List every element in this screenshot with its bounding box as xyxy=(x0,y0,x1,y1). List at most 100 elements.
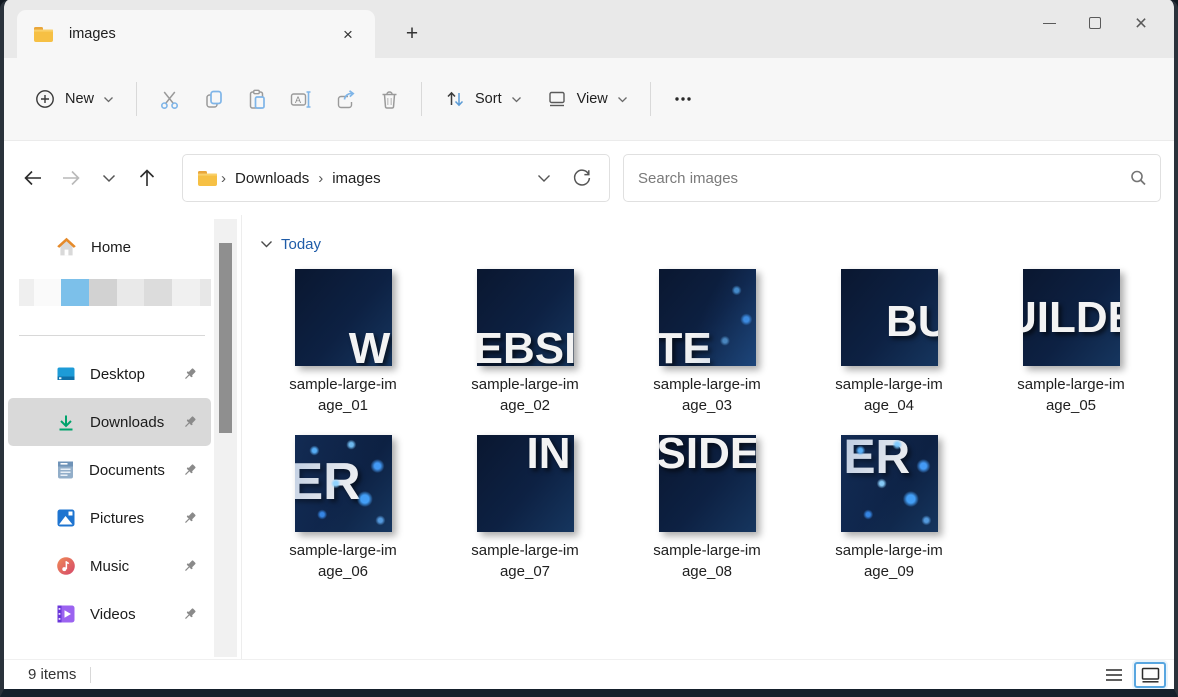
view-icon xyxy=(546,88,568,110)
close-button[interactable]: × xyxy=(1118,3,1164,43)
window-controls: × xyxy=(1026,0,1164,46)
view-button[interactable]: View xyxy=(534,79,640,119)
file-name: sample-large-image_02 xyxy=(445,374,605,416)
more-options-button[interactable] xyxy=(661,79,705,119)
main-area: Home Desktop xyxy=(4,215,1174,659)
file-explorer-window: images × + × New xyxy=(0,0,1178,697)
music-icon xyxy=(56,556,76,576)
thumbnail-text: UILDE xyxy=(1023,296,1120,340)
file-tile[interactable]: EBSI sample-large-image_02 xyxy=(434,269,616,416)
breadcrumb-separator: › xyxy=(315,170,326,187)
file-tile[interactable]: IN sample-large-image_07 xyxy=(434,435,616,582)
sidebar-item-label: Pictures xyxy=(90,510,183,527)
delete-button[interactable] xyxy=(367,79,411,119)
new-button[interactable]: New xyxy=(22,79,126,119)
thumbnail-text: WI xyxy=(349,327,392,366)
toolbar-divider xyxy=(421,82,422,116)
maximize-button[interactable] xyxy=(1072,3,1118,43)
file-thumbnail: WI xyxy=(295,269,392,366)
file-tile[interactable]: SIDE sample-large-image_08 xyxy=(616,435,798,582)
thumbnail-text: ER xyxy=(295,456,361,508)
details-view-button[interactable] xyxy=(1098,662,1130,688)
file-thumbnail: TE xyxy=(659,269,756,366)
back-button[interactable] xyxy=(14,160,52,196)
address-bar[interactable]: › Downloads › images xyxy=(182,154,610,202)
maximize-icon xyxy=(1089,17,1101,29)
minimize-icon xyxy=(1043,23,1056,24)
thumbnail-view-button[interactable] xyxy=(1134,662,1166,688)
tab-close-button[interactable]: × xyxy=(335,21,361,47)
search-icon[interactable] xyxy=(1128,168,1148,188)
sort-icon xyxy=(444,88,466,110)
sidebar-item-home[interactable]: Home xyxy=(8,223,211,271)
sidebar-item-desktop[interactable]: Desktop xyxy=(8,350,211,398)
file-tile[interactable]: ER sample-large-image_09 xyxy=(798,435,980,582)
up-button[interactable] xyxy=(128,160,166,196)
close-icon: × xyxy=(1135,13,1147,34)
forward-button[interactable] xyxy=(52,160,90,196)
tab-images[interactable]: images × xyxy=(17,10,375,58)
navigation-bar: › Downloads › images xyxy=(4,141,1174,215)
search-box xyxy=(623,154,1161,202)
share-button[interactable] xyxy=(323,79,367,119)
pin-icon xyxy=(183,463,197,477)
tab-title: images xyxy=(69,26,335,42)
pin-icon xyxy=(183,607,197,621)
breadcrumb-images[interactable]: images xyxy=(326,166,386,191)
sidebar-item-pictures[interactable]: Pictures xyxy=(8,494,211,542)
file-thumbnail: SIDE xyxy=(659,435,756,532)
file-thumbnail: UILDE xyxy=(1023,269,1120,366)
thumbnail-text: BU xyxy=(886,300,938,344)
group-header-today[interactable]: Today xyxy=(260,233,370,255)
thumbnail-text: EBSI xyxy=(477,327,574,366)
new-tab-button[interactable]: + xyxy=(395,17,429,51)
pictures-icon xyxy=(56,508,76,528)
recent-locations-button[interactable] xyxy=(90,160,128,196)
sidebar-scrollbar[interactable] xyxy=(214,219,237,657)
address-dropdown-button[interactable] xyxy=(525,160,563,196)
minimize-button[interactable] xyxy=(1026,3,1072,43)
sidebar-item-label: Music xyxy=(90,558,183,575)
refresh-button[interactable] xyxy=(563,160,601,196)
file-tile[interactable]: ER sample-large-image_06 xyxy=(252,435,434,582)
sidebar-item-documents[interactable]: Documents xyxy=(8,446,211,494)
copy-button[interactable] xyxy=(191,79,235,119)
file-tile[interactable]: UILDE sample-large-image_05 xyxy=(980,269,1162,416)
sort-button-label: Sort xyxy=(475,91,502,107)
sidebar-item-label: Documents xyxy=(89,462,183,479)
share-icon xyxy=(334,88,357,111)
search-input[interactable] xyxy=(638,170,1128,187)
sidebar-item-downloads[interactable]: Downloads xyxy=(8,398,211,446)
scrollbar-thumb[interactable] xyxy=(219,243,232,433)
sidebar-item-label: Home xyxy=(91,239,197,256)
rename-button[interactable]: A xyxy=(279,79,323,119)
pin-icon xyxy=(183,559,197,573)
sort-button[interactable]: Sort xyxy=(432,79,534,119)
file-name: sample-large-image_07 xyxy=(445,540,605,582)
file-name: sample-large-image_01 xyxy=(263,374,423,416)
cut-button[interactable] xyxy=(147,79,191,119)
breadcrumb-downloads[interactable]: Downloads xyxy=(229,166,315,191)
sidebar-item-videos[interactable]: Videos xyxy=(8,590,211,638)
item-count: 9 items xyxy=(28,666,76,683)
sidebar-item-label: Videos xyxy=(90,606,183,623)
file-tile[interactable]: BU sample-large-image_04 xyxy=(798,269,980,416)
refresh-icon xyxy=(571,167,593,189)
chevron-down-icon xyxy=(537,174,551,183)
thumbnail-text: ER xyxy=(844,435,911,482)
thumbnail-text: SIDE xyxy=(659,435,756,476)
ellipsis-icon xyxy=(672,88,694,110)
paste-icon xyxy=(246,88,269,111)
sidebar-item-music[interactable]: Music xyxy=(8,542,211,590)
sidebar-item-label: Desktop xyxy=(90,366,183,383)
chevron-down-icon xyxy=(103,96,114,103)
file-thumbnail: BU xyxy=(841,269,938,366)
svg-text:A: A xyxy=(295,95,301,105)
paste-button[interactable] xyxy=(235,79,279,119)
chevron-down-icon xyxy=(102,174,116,183)
file-tile[interactable]: TE sample-large-image_03 xyxy=(616,269,798,416)
file-grid: WI sample-large-image_01 EBSI sample-lar… xyxy=(252,269,1172,601)
file-tile[interactable]: WI sample-large-image_01 xyxy=(252,269,434,416)
file-thumbnail: ER xyxy=(295,435,392,532)
folder-icon xyxy=(197,170,218,187)
